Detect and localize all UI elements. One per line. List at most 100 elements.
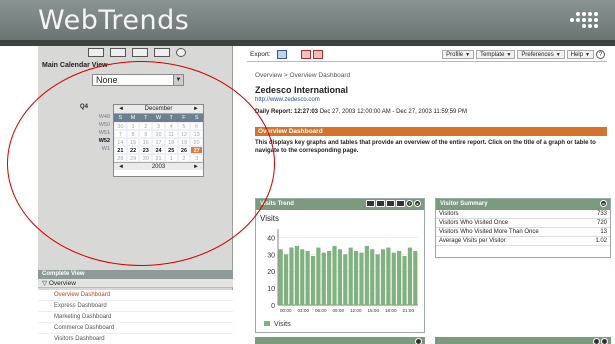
calendar-day[interactable]: 30: [114, 122, 127, 130]
export-label: Export:: [250, 51, 271, 58]
help-icon[interactable]: [415, 338, 422, 344]
list-view-icon[interactable]: [110, 48, 126, 57]
week-label[interactable]: W48: [88, 113, 110, 121]
calendar-day[interactable]: 25: [164, 146, 178, 154]
calendar-day[interactable]: 26: [177, 146, 191, 154]
close-icon[interactable]: [601, 338, 608, 344]
word-export-icon[interactable]: [277, 50, 287, 59]
chart-bar: [294, 245, 299, 305]
search-icon[interactable]: [176, 48, 186, 57]
calendar-day[interactable]: 1: [164, 154, 178, 162]
pie-chart-icon[interactable]: [396, 200, 405, 207]
calendar-day[interactable]: 2: [139, 122, 153, 130]
help-icon[interactable]: [593, 338, 600, 344]
company-url[interactable]: http://www.zedesco.com: [255, 97, 320, 103]
help-icon[interactable]: ?: [406, 200, 413, 207]
calendar-day[interactable]: 11: [164, 130, 178, 138]
menu-preferences[interactable]: Preferences ▼: [517, 50, 565, 59]
custom-view-icon[interactable]: [154, 48, 170, 57]
week-label[interactable]: W51: [88, 129, 110, 137]
quarter-label: Q4: [80, 104, 89, 110]
calendar-day[interactable]: 3: [190, 154, 204, 162]
calendar-day[interactable]: 23: [139, 146, 153, 154]
panel-controls: ? x: [366, 200, 421, 207]
nav-item[interactable]: Express Dashboard: [38, 301, 233, 312]
y-tick-label: 40: [267, 235, 275, 242]
calendar-day[interactable]: 31: [152, 154, 165, 162]
calendar-day[interactable]: 12: [177, 130, 191, 138]
visitor-summary-panel: Visitor Summary o Visitors 733 Visitors Wh…: [435, 198, 611, 258]
visitor-summary-table: Visitors 733 Visitors Who Visited Once 720 V…: [436, 210, 610, 246]
chevron-down-icon: ▼: [585, 52, 590, 58]
calendar-weekdays: SMTWTFS: [114, 114, 203, 122]
calendar-day[interactable]: 2: [177, 154, 191, 162]
area-chart-icon[interactable]: [386, 200, 395, 207]
calendar-day[interactable]: 15: [126, 138, 140, 146]
week-labels: W48 W50 W51 W52 W1: [88, 113, 110, 153]
help-circle-icon[interactable]: ?: [596, 50, 605, 59]
menu-profile[interactable]: Profile ▼: [442, 50, 475, 59]
calendar-day[interactable]: 28: [114, 154, 127, 162]
x-tick-label: 12:00: [350, 308, 362, 313]
calendar-day[interactable]: 10: [152, 130, 165, 138]
bar-chart-icon[interactable]: [366, 200, 375, 207]
calendar-view-icon[interactable]: [88, 48, 104, 57]
calendar-day[interactable]: 19: [177, 138, 191, 146]
calendar-day[interactable]: 8: [126, 130, 140, 138]
calendar-day[interactable]: 6: [190, 122, 204, 130]
chevron-down-icon: ▼: [555, 52, 561, 58]
calendar-select[interactable]: None ▼: [92, 74, 184, 86]
visitor-summary-title[interactable]: Visitor Summary: [440, 201, 488, 207]
pdf-export-icon[interactable]: [313, 50, 323, 59]
next-month-button[interactable]: ►: [193, 105, 199, 114]
week-label[interactable]: W50: [88, 121, 110, 129]
overview-group[interactable]: ▽ Overview: [38, 279, 233, 288]
line-chart-icon[interactable]: [376, 200, 385, 207]
chart-bar: [375, 254, 380, 305]
visits-trend-title[interactable]: Visits Trend: [260, 201, 294, 207]
weekday-label: T: [144, 115, 148, 121]
prev-month-button[interactable]: ◄: [118, 105, 124, 114]
nav-item[interactable]: Marketing Dashboard: [38, 312, 233, 323]
calendar-day[interactable]: 20: [190, 138, 204, 146]
next-year-button[interactable]: ►: [193, 163, 199, 171]
calendar-grid: 30 1 2 3 4 5 6 7 8 9 10 11 12 13 14 15 16 17 18 19 20 21 22 23 2…: [114, 122, 204, 162]
calendar-day[interactable]: 1: [126, 122, 140, 130]
calendar-day[interactable]: 4: [164, 122, 178, 130]
chevron-down-icon[interactable]: ▼: [173, 75, 183, 85]
calendar-day[interactable]: 17: [152, 138, 165, 146]
calendar-day[interactable]: 3: [152, 122, 165, 130]
x-tick-label: 18:00: [385, 308, 397, 313]
x-tick-label: 09:00: [333, 308, 345, 313]
chevron-down-icon: ▼: [465, 52, 471, 58]
settings-icon[interactable]: o: [600, 200, 607, 207]
calendar-day[interactable]: 5: [177, 122, 191, 130]
menu-template[interactable]: Template ▼: [476, 50, 516, 59]
calendar-day[interactable]: 16: [139, 138, 153, 146]
complete-view-header[interactable]: Complete View: [38, 270, 233, 279]
week-label[interactable]: W1: [88, 145, 110, 153]
calendar-day[interactable]: 29: [126, 154, 140, 162]
calendar-day[interactable]: 7: [114, 130, 127, 138]
calendar-day[interactable]: 13: [190, 130, 204, 138]
calendar-day[interactable]: 30: [139, 154, 153, 162]
week-label[interactable]: W52: [88, 137, 110, 145]
calendar-day[interactable]: 14: [114, 138, 127, 146]
prev-year-button[interactable]: ◄: [118, 163, 124, 171]
calendar-day[interactable]: 18: [164, 138, 178, 146]
calendar-day[interactable]: 24: [152, 146, 165, 154]
calendar-day[interactable]: 27: [190, 146, 204, 154]
calendar-day[interactable]: 9: [139, 130, 153, 138]
nav-item[interactable]: Overview Dashboard: [38, 290, 233, 301]
calendar-year-bar: ◄ 2003 ►: [114, 162, 203, 170]
menu-help[interactable]: Help ▼: [566, 50, 594, 59]
nav-item[interactable]: Commerce Dashboard: [38, 323, 233, 334]
nav-item[interactable]: Visitors Dashboard: [38, 334, 233, 344]
weekday-label: S: [194, 115, 199, 121]
expand-icon[interactable]: ▽: [42, 280, 49, 287]
range-view-icon[interactable]: [132, 48, 148, 57]
excel-export-icon[interactable]: [301, 50, 311, 59]
calendar-day[interactable]: 22: [126, 146, 140, 154]
calendar-day[interactable]: 21: [114, 146, 127, 154]
close-icon[interactable]: x: [414, 200, 421, 207]
